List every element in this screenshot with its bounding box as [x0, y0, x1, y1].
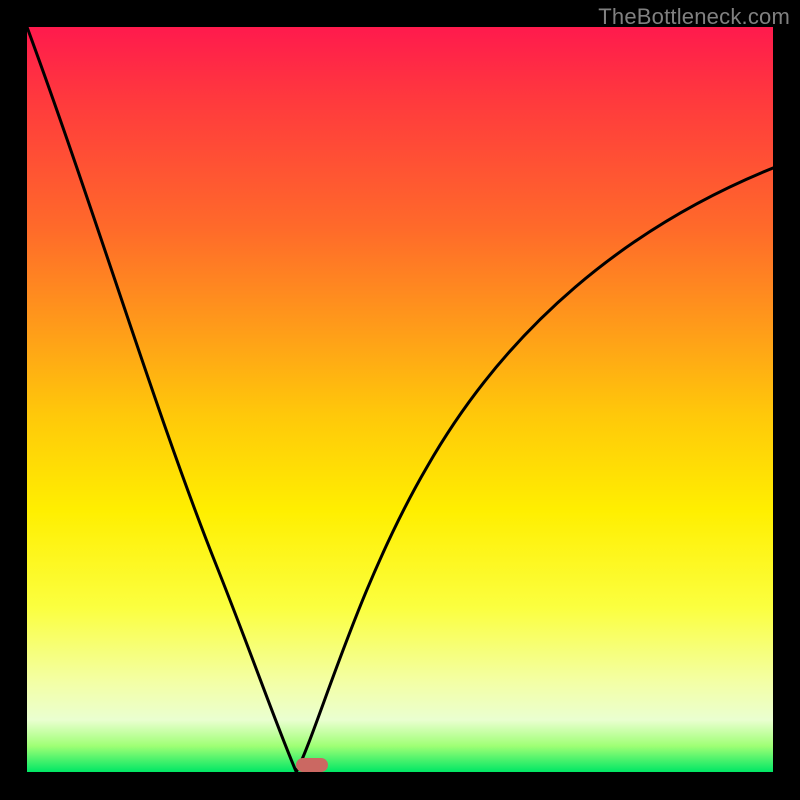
gradient-plot-area: [27, 27, 773, 772]
chart-frame: TheBottleneck.com: [0, 0, 800, 800]
watermark-text: TheBottleneck.com: [598, 4, 790, 30]
bottleneck-marker: [296, 758, 328, 772]
